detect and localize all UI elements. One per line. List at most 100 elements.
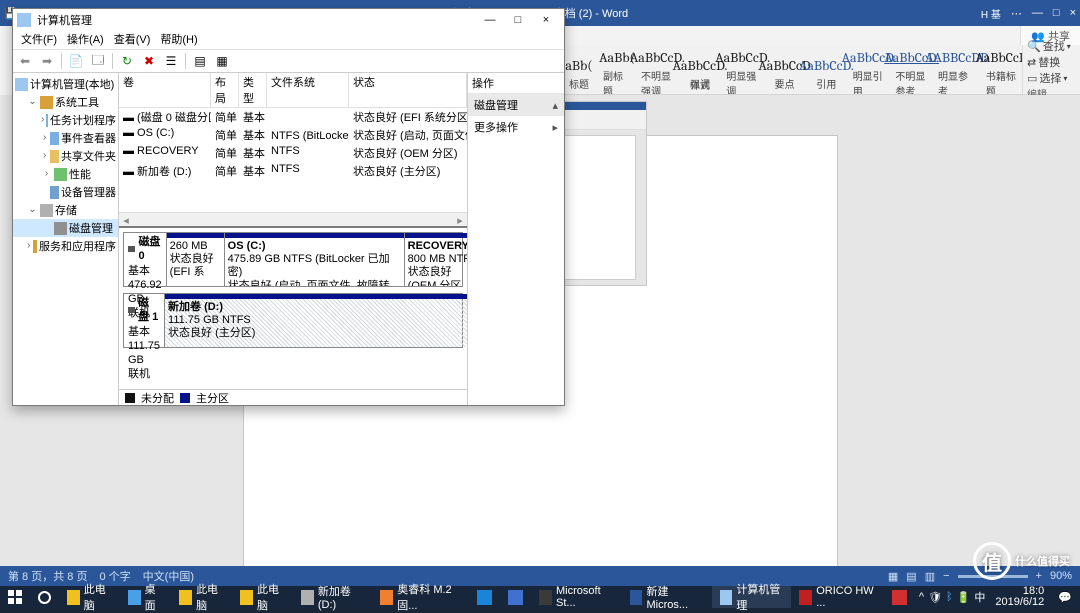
disk-row[interactable]: 磁盘 0基本476.92 GB联机260 MB状态良好 (EFI 系OS (C:… [123,232,463,287]
replace-button[interactable]: ⇄替换 [1027,54,1076,70]
taskbar-item[interactable]: 奥睿科 M.2固... [372,586,469,608]
style-item[interactable]: aBb(标题 [560,49,598,91]
disk-management-window[interactable]: 计算机管理 — □ × 文件(F)操作(A)查看(V)帮助(H) ⬅ ➡ 📄 🗔… [12,8,565,406]
page-count[interactable]: 第 8 页，共 8 页 [8,568,87,584]
disk-graphical-view[interactable]: 磁盘 0基本476.92 GB联机260 MB状态良好 (EFI 系OS (C:… [119,228,467,389]
zoom-slider[interactable] [958,575,1028,578]
mmc-tree-nav[interactable]: 计算机管理(本地) ⌄系统工具 ›任务计划程序 ›事件查看器 ›共享文件夹 ›性… [13,73,119,405]
volume-row[interactable]: ▬ OS (C:)简单基本NTFS (BitLocker 已加密)状态良好 (启… [119,126,467,144]
partition[interactable]: RECOVERY800 MB NTFS状态良好 (OEM 分区 [405,233,467,286]
list-view-icon[interactable]: ▤ [190,51,210,71]
forward-icon[interactable]: ➡ [37,51,57,71]
minimize-button[interactable]: — [476,14,504,26]
refresh-icon[interactable]: ↻ [117,51,137,71]
zoom-in-icon[interactable]: + [1036,570,1042,582]
start-button[interactable] [0,586,30,608]
action-more[interactable]: 更多操作▸ [468,116,564,138]
scroll-right-icon[interactable]: ▸ [453,213,467,227]
partition[interactable]: 新加卷 (D:)111.75 GB NTFS状态良好 (主分区) [165,294,467,347]
disk-header[interactable]: 磁盘 0基本476.92 GB联机 [124,233,167,286]
style-item[interactable]: AABBCcDD明显参考 [933,45,981,94]
volume-header-row[interactable]: 卷 布局 类型 文件系统 状态 [119,73,467,108]
tree-device-manager[interactable]: 设备管理器 [13,183,118,201]
maximize-button[interactable]: □ [504,14,532,26]
expand-icon[interactable]: › [41,133,48,143]
volume-list[interactable]: 卷 布局 类型 文件系统 状态 ▬ (磁盘 0 磁盘分区 1)简单基本状态良好 … [119,73,467,228]
detail-view-icon[interactable]: ▦ [212,51,232,71]
ime-icon[interactable]: 中 [974,589,985,605]
taskbar-item[interactable]: 此电脑 [59,586,120,608]
expand-icon[interactable]: › [41,169,52,179]
tree-disk-management[interactable]: 磁盘管理 [13,219,118,237]
ribbon-options-icon[interactable]: ⋯ [1011,7,1022,20]
tree-system-tools[interactable]: ⌄系统工具 [13,93,118,111]
tree-storage[interactable]: ⌄存储 [13,201,118,219]
up-icon[interactable]: 📄 [66,51,86,71]
expand-icon[interactable]: › [41,151,48,161]
volume-row[interactable]: ▬ 新加卷 (D:)简单基本NTFS状态良好 (主分区) [119,162,467,180]
back-icon[interactable]: ⬅ [15,51,35,71]
taskbar-item[interactable]: 此电脑 [232,586,293,608]
collapse-icon[interactable]: ⌄ [27,97,38,107]
tree-event-viewer[interactable]: ›事件查看器 [13,129,118,147]
bluetooth-icon[interactable]: ᛒ [946,591,953,603]
style-gallery[interactable]: aBb(标题AaBb(副标题AaBbCcD.不明显强调AaBbCcD.强调AaB… [560,45,1022,94]
menu-item[interactable]: 文件(F) [17,31,61,49]
partition[interactable]: 260 MB状态良好 (EFI 系 [167,233,225,286]
taskbar-clock[interactable]: 18:0 2019/6/12 [989,586,1050,608]
zoom-level[interactable]: 90% [1050,570,1072,582]
horizontal-scrollbar[interactable]: ◂▸ [119,212,467,226]
maximize-icon[interactable]: □ [1053,7,1060,19]
tree-task-scheduler[interactable]: ›任务计划程序 [13,111,118,129]
taskbar-item[interactable] [884,586,915,608]
taskbar-item[interactable]: ORICO HW ... [791,586,884,608]
find-button[interactable]: 🔍查找▾ [1027,38,1076,54]
word-user-name[interactable]: H 基 [981,6,1001,21]
view-web-icon[interactable]: ▥ [925,570,935,583]
scroll-left-icon[interactable]: ◂ [119,213,133,227]
disk-header[interactable]: 磁盘 1基本111.75 GB联机 [124,294,165,347]
settings-icon[interactable]: ☰ [161,51,181,71]
select-button[interactable]: ▭选择▾ [1027,70,1076,86]
taskbar-item[interactable] [500,586,531,608]
menu-item[interactable]: 查看(V) [110,31,155,49]
taskbar-item[interactable]: 新建 Micros... [622,586,712,608]
col-layout[interactable]: 布局 [211,73,239,107]
action-disk-management[interactable]: 磁盘管理▴ [468,94,564,116]
zoom-out-icon[interactable]: − [943,570,949,582]
taskbar-item[interactable]: 计算机管理 [712,586,792,608]
properties-icon[interactable]: 🗔 [88,51,108,71]
close-icon[interactable]: × [1070,7,1076,19]
collapse-icon[interactable]: ⌄ [27,205,38,215]
volume-row[interactable]: ▬ (磁盘 0 磁盘分区 1)简单基本状态良好 (EFI 系统分区) [119,108,467,126]
expand-icon[interactable]: › [41,115,44,125]
expand-icon[interactable]: › [27,241,31,251]
taskbar[interactable]: 此电脑桌面此电脑此电脑新加卷 (D:)奥睿科 M.2固...Microsoft … [0,586,1080,608]
delete-icon[interactable]: ✖ [139,51,159,71]
tray-chevron-icon[interactable]: ^ [919,591,924,603]
taskbar-item[interactable]: Microsoft St... [531,586,621,608]
close-button[interactable]: × [532,14,560,26]
tree-performance[interactable]: ›性能 [13,165,118,183]
volume-row[interactable]: ▬ RECOVERY简单基本NTFS状态良好 (OEM 分区) [119,144,467,162]
style-item[interactable]: AaBbCcD书籍标题 [981,45,1022,94]
menu-item[interactable]: 操作(A) [63,31,108,49]
minimize-icon[interactable]: — [1032,7,1043,19]
col-volume[interactable]: 卷 [119,73,211,107]
col-status[interactable]: 状态 [349,73,467,107]
notifications-button[interactable]: 💬 [1050,586,1080,608]
tree-services-apps[interactable]: ›服务和应用程序 [13,237,118,255]
system-tray[interactable]: ^ 🛡 ᛒ 🔋 中 [915,589,989,605]
taskbar-item[interactable]: 新加卷 (D:) [293,586,372,608]
taskbar-item[interactable]: 桌面 [120,586,171,608]
tree-shared-folders[interactable]: ›共享文件夹 [13,147,118,165]
view-print-icon[interactable]: ▤ [906,570,916,583]
security-icon[interactable]: 🛡 [928,591,942,604]
mmc-titlebar[interactable]: 计算机管理 — □ × [13,9,564,31]
menu-item[interactable]: 帮助(H) [156,31,201,49]
battery-icon[interactable]: 🔋 [957,591,971,604]
cortana-button[interactable] [30,586,59,608]
taskbar-item[interactable] [469,586,500,608]
disk-row[interactable]: 磁盘 1基本111.75 GB联机新加卷 (D:)111.75 GB NTFS状… [123,293,463,348]
col-type[interactable]: 类型 [239,73,267,107]
